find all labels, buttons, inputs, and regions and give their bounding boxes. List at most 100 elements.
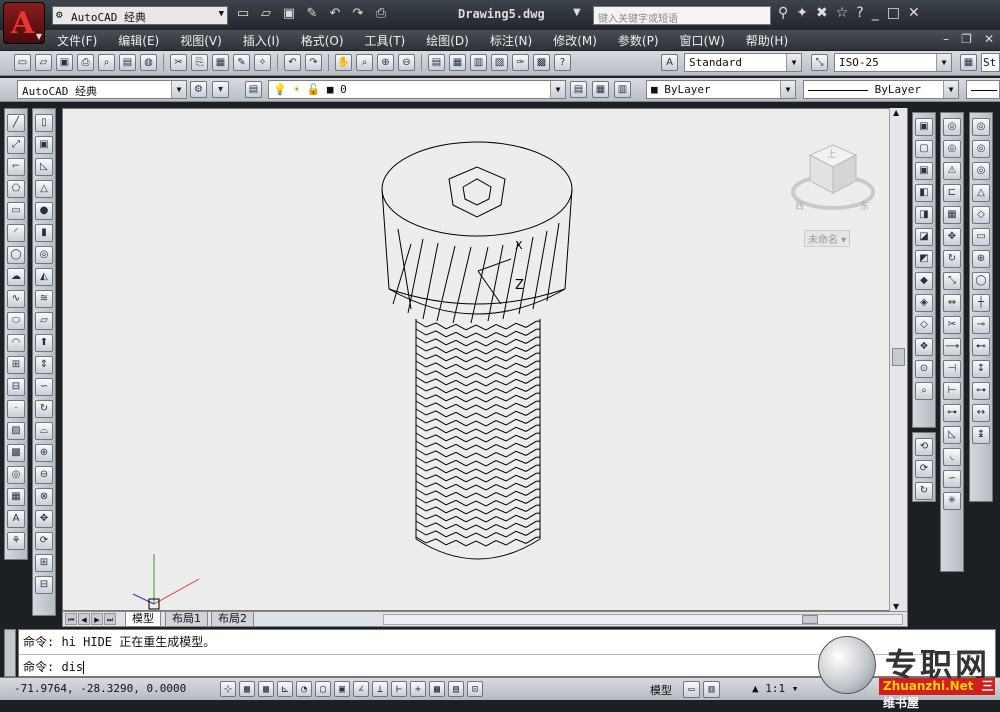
save-icon[interactable]: ▣ <box>280 5 298 23</box>
tab-model[interactable]: 模型 <box>125 612 161 627</box>
polysolid-icon[interactable]: ▯ <box>35 114 53 132</box>
chevron-down-icon[interactable]: ▼ <box>573 7 581 18</box>
mirror-icon[interactable]: ⚠ <box>943 162 961 180</box>
wrench-icon[interactable]: ✦ <box>796 5 808 21</box>
table-style-icon[interactable]: ▦ <box>960 54 977 71</box>
command-line-grip[interactable] <box>4 629 16 677</box>
linetype-select[interactable]: ByLayer ▼ <box>803 80 959 99</box>
offset-icon[interactable]: ⊏ <box>943 184 961 202</box>
arc-icon[interactable]: ◜ <box>7 224 25 242</box>
free-orbit-icon[interactable]: ⟳ <box>915 460 933 478</box>
minimize-icon[interactable]: _ <box>872 5 879 21</box>
open-icon[interactable]: ▱ <box>35 54 52 71</box>
ne-iso-icon[interactable]: ◇ <box>915 316 933 334</box>
clean-icon[interactable]: ↕ <box>972 360 990 378</box>
convert-icon[interactable]: ↔ <box>972 404 990 422</box>
make-current-layer-icon[interactable]: ▤ <box>570 81 587 98</box>
drawing-area[interactable]: X Z 上 西 东 未命名 ▾ <box>62 108 908 611</box>
workspace-settings-icon[interactable]: ⚙ <box>190 81 207 98</box>
slice-icon[interactable]: ◇ <box>972 206 990 224</box>
circle-icon[interactable]: ◯ <box>7 246 25 264</box>
tab-layout1[interactable]: 布局1 <box>165 612 208 627</box>
ellipse-icon[interactable]: ⬭ <box>7 312 25 330</box>
named-views-icon[interactable]: ▣ <box>915 118 933 136</box>
front-view-icon[interactable]: ◪ <box>915 228 933 246</box>
zoom-icon[interactable]: ⌕ <box>915 382 933 400</box>
ortho-mode-icon[interactable]: ⊾ <box>277 681 293 697</box>
vertical-scroll-thumb[interactable] <box>892 348 905 366</box>
left-view-icon[interactable]: ◧ <box>915 184 933 202</box>
fillet-icon[interactable]: ◟ <box>943 448 961 466</box>
blend-icon[interactable]: ∽ <box>943 470 961 488</box>
quick-view-layouts-icon[interactable]: ▭ <box>683 681 700 698</box>
torus-icon[interactable]: ◎ <box>35 246 53 264</box>
menu-edit[interactable]: 编辑(E) <box>118 32 159 49</box>
polar-tracking-icon[interactable]: ◔ <box>296 681 312 697</box>
constrained-orbit-icon[interactable]: ⟲ <box>915 438 933 456</box>
annotation-scale[interactable]: ▲ 1:1 ▾ <box>752 682 798 695</box>
zoom-realtime-icon[interactable]: ⌕ <box>356 54 373 71</box>
tab-last-icon[interactable]: ⏭ <box>104 613 116 625</box>
chamfer-icon[interactable]: ◺ <box>943 426 961 444</box>
object-snap-icon[interactable]: ▢ <box>315 681 331 697</box>
3d-dwf-icon[interactable]: ◍ <box>140 54 157 71</box>
close-icon[interactable]: ✕ <box>908 5 920 21</box>
copy-object-icon[interactable]: ◎ <box>943 140 961 158</box>
zoom-previous-icon[interactable]: ⊖ <box>398 54 415 71</box>
pan-icon[interactable]: ✋ <box>335 54 352 71</box>
right-view-icon[interactable]: ◨ <box>915 206 933 224</box>
3d-object-snap-icon[interactable]: ▣ <box>334 681 350 697</box>
horizontal-scrollbar[interactable] <box>383 614 903 625</box>
grid-display-icon[interactable]: ▦ <box>258 681 274 697</box>
markup-icon[interactable]: ✑ <box>512 54 529 71</box>
menu-tools[interactable]: 工具(T) <box>365 32 406 49</box>
tab-prev-icon[interactable]: ◀ <box>78 613 90 625</box>
viewcube-west[interactable]: 西 <box>795 199 804 212</box>
scroll-down-icon[interactable]: ▼ <box>893 602 899 611</box>
sw-iso-icon[interactable]: ◆ <box>915 272 933 290</box>
extract-edges-icon[interactable]: ◯ <box>972 272 990 290</box>
nw-iso-icon[interactable]: ❖ <box>915 338 933 356</box>
point-icon[interactable]: · <box>7 400 25 418</box>
publish-icon[interactable]: ▤ <box>119 54 136 71</box>
table-style-select[interactable]: St <box>981 53 1000 72</box>
pyramid-icon[interactable]: ◭ <box>35 268 53 286</box>
quickcalc-icon[interactable]: ▩ <box>533 54 550 71</box>
undo-icon[interactable]: ↶ <box>326 5 344 23</box>
cone-icon[interactable]: △ <box>35 180 53 198</box>
extend-icon[interactable]: ⟶ <box>943 338 961 356</box>
extrude-icon[interactable]: ⬆ <box>35 334 53 352</box>
viewcube-top[interactable]: 上 <box>827 147 836 160</box>
ellipse-arc-icon[interactable]: ◠ <box>7 334 25 352</box>
insert-block-icon[interactable]: ⊞ <box>7 356 25 374</box>
polygon-icon[interactable]: ⬠ <box>7 180 25 198</box>
ucs-dropdown[interactable]: 未命名 ▾ <box>804 230 851 247</box>
quick-view-drawings-icon[interactable]: ▥ <box>703 681 720 698</box>
union-solid-icon[interactable]: ◎ <box>972 118 990 136</box>
comm-center-icon[interactable]: ✖ <box>816 5 828 21</box>
table-icon[interactable]: ▦ <box>7 488 25 506</box>
planar-surface-icon[interactable]: ▱ <box>35 312 53 330</box>
infer-constraints-icon[interactable]: ⊹ <box>220 681 236 697</box>
smooth-icon[interactable]: ↨ <box>972 426 990 444</box>
application-menu-button[interactable]: A ▼ <box>3 2 45 44</box>
spline-icon[interactable]: ∿ <box>7 290 25 308</box>
trim-icon[interactable]: ✂ <box>943 316 961 334</box>
sheet-set-icon[interactable]: ▧ <box>491 54 508 71</box>
scroll-up-icon[interactable]: ▲ <box>893 108 899 117</box>
revision-cloud-icon[interactable]: ☁ <box>7 268 25 286</box>
menu-window[interactable]: 窗口(W) <box>680 32 725 49</box>
move-icon[interactable]: ✥ <box>943 228 961 246</box>
interfere-icon[interactable]: ⊕ <box>972 250 990 268</box>
3d-array-icon[interactable]: ⊟ <box>35 576 53 594</box>
object-snap-tracking-icon[interactable]: ∠ <box>353 681 369 697</box>
color-select[interactable]: ■ ByLayer ▼ <box>646 80 796 99</box>
menu-insert[interactable]: 插入(I) <box>243 32 280 49</box>
bottom-view-icon[interactable]: ▣ <box>915 162 933 180</box>
sphere-icon[interactable]: ● <box>35 202 53 220</box>
model-space-label[interactable]: 模型 <box>650 682 672 698</box>
properties-icon[interactable]: ▤ <box>428 54 445 71</box>
line-icon[interactable]: ╱ <box>7 114 25 132</box>
intersect-icon[interactable]: ⊗ <box>35 488 53 506</box>
union-icon[interactable]: ⊕ <box>35 444 53 462</box>
